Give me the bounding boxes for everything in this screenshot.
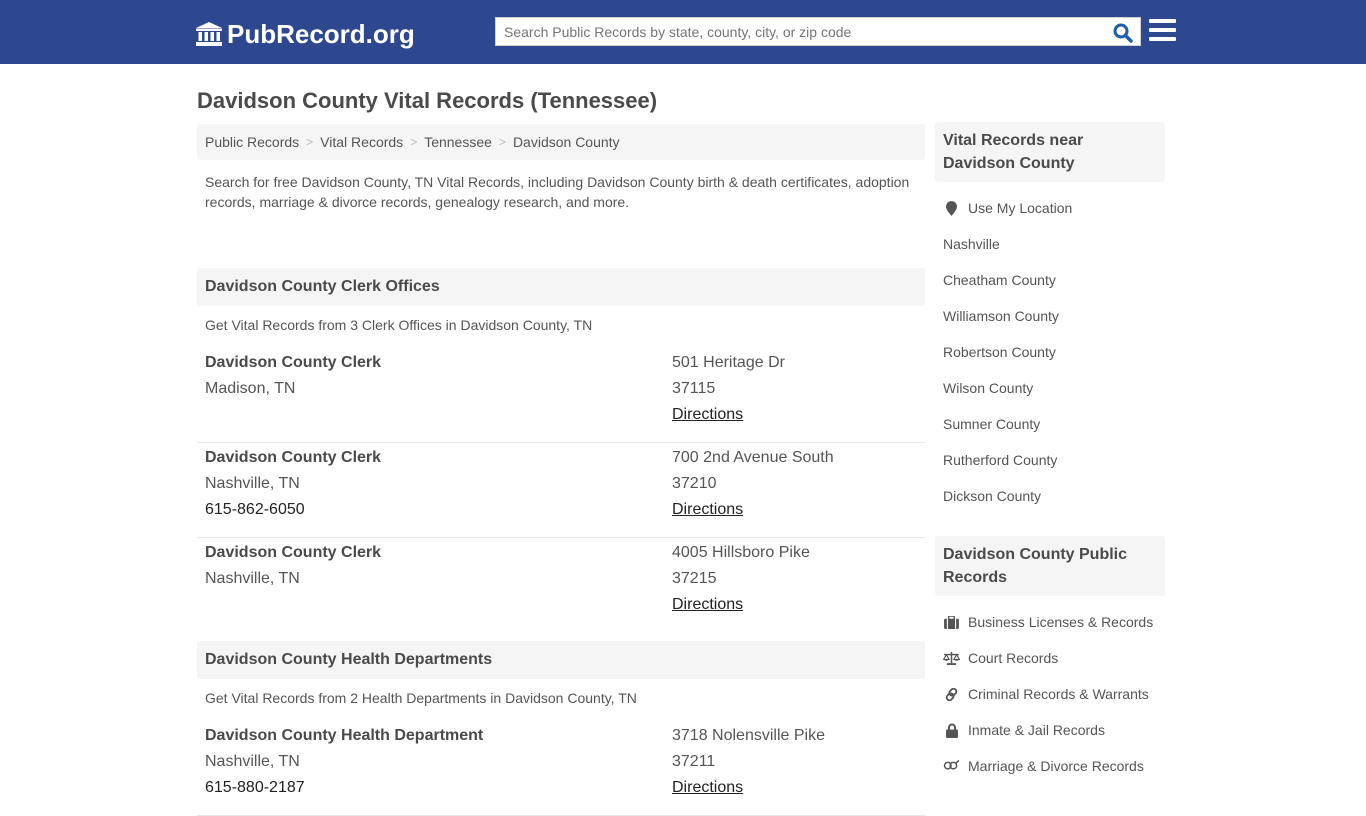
directions-link[interactable]: Directions	[672, 779, 743, 796]
use-my-location-label: Use My Location	[968, 200, 1073, 216]
briefcase-icon	[943, 614, 960, 630]
sidebar-item-wilson-county[interactable]: Wilson County	[935, 370, 1165, 406]
office-zip: 37215	[672, 570, 717, 587]
breadcrumb-separator: >	[306, 135, 314, 149]
office-city: Madison, TN	[205, 380, 296, 397]
breadcrumb-davidson-county[interactable]: Davidson County	[513, 134, 620, 150]
sidebar-heading-nearby: Vital Records near Davidson County	[935, 122, 1165, 182]
office-entry: Davidson County Clerk Nashville, TN 615-…	[197, 443, 925, 538]
public-records-link[interactable]: Inmate & Jail Records	[943, 722, 1105, 738]
sidebar-item-rutherford-county[interactable]: Rutherford County	[935, 442, 1165, 478]
sidebar-item-sumner-county[interactable]: Sumner County	[935, 406, 1165, 442]
nearby-link[interactable]: Robertson County	[943, 344, 1056, 360]
sidebar-nearby: Vital Records near Davidson County Use M…	[935, 122, 1165, 514]
sidebar-item-criminal-records[interactable]: Criminal Records & Warrants	[935, 676, 1165, 712]
breadcrumb-vital-records[interactable]: Vital Records	[320, 134, 403, 150]
public-records-label: Marriage & Divorce Records	[968, 758, 1144, 774]
nearby-link[interactable]: Cheatham County	[943, 272, 1056, 288]
office-entry: Davidson County Clerk Nashville, TN 4005…	[197, 538, 925, 633]
map-marker-icon	[943, 200, 960, 216]
sidebar-public-records: Davidson County Public Records Business …	[935, 536, 1165, 784]
public-records-label: Court Records	[968, 650, 1059, 666]
office-zip: 37211	[672, 753, 716, 770]
use-my-location-link[interactable]: Use My Location	[943, 200, 1072, 216]
sidebar-item-dickson-county[interactable]: Dickson County	[935, 478, 1165, 514]
nearby-link[interactable]: Nashville	[943, 236, 1000, 252]
sidebar-heading-public-records: Davidson County Public Records	[935, 536, 1165, 596]
site-logo[interactable]: PubRecord.org	[195, 18, 415, 50]
sidebar-item-court-records[interactable]: Court Records	[935, 640, 1165, 676]
main-content: Public Records > Vital Records > Tenness…	[197, 124, 925, 816]
office-name: Davidson County Clerk	[205, 544, 382, 561]
directions-link[interactable]: Directions	[672, 406, 743, 423]
public-records-label: Business Licenses & Records	[968, 614, 1154, 630]
institution-icon	[196, 22, 222, 46]
office-name: Davidson County Clerk	[205, 354, 382, 371]
office-zip: 37210	[672, 475, 717, 492]
office-city: Nashville, TN	[205, 570, 300, 587]
directions-link[interactable]: Directions	[672, 596, 743, 613]
breadcrumb-tennessee[interactable]: Tennessee	[424, 134, 492, 150]
office-phone[interactable]: 615-880-2187	[205, 775, 483, 801]
breadcrumb-public-records[interactable]: Public Records	[205, 134, 299, 150]
office-city: Nashville, TN	[205, 753, 300, 770]
nearby-link[interactable]: Wilson County	[943, 380, 1033, 396]
intro-text: Search for free Davidson County, TN Vita…	[205, 174, 910, 210]
venus-mars-icon	[943, 758, 960, 774]
office-street: 501 Heritage Dr	[672, 354, 785, 371]
link-icon	[943, 686, 960, 702]
section-subtitle: Get Vital Records from 2 Health Departme…	[205, 690, 637, 706]
sidebar-item-robertson-county[interactable]: Robertson County	[935, 334, 1165, 370]
section-heading-health-departments: Davidson County Health Departments	[197, 641, 925, 679]
public-records-link[interactable]: Criminal Records & Warrants	[943, 686, 1149, 702]
lock-icon	[943, 722, 960, 738]
breadcrumb-separator: >	[498, 135, 506, 149]
office-street: 700 2nd Avenue South	[672, 449, 834, 466]
sidebar-item-marriage-divorce[interactable]: Marriage & Divorce Records	[935, 748, 1165, 784]
sidebar-item-cheatham-county[interactable]: Cheatham County	[935, 262, 1165, 298]
top-navbar: PubRecord.org	[0, 0, 1366, 64]
directions-link[interactable]: Directions	[672, 501, 743, 518]
nearby-link[interactable]: Dickson County	[943, 488, 1041, 504]
search-icon	[1113, 23, 1133, 43]
hamburger-menu-icon[interactable]	[1149, 19, 1176, 43]
public-records-link[interactable]: Court Records	[943, 650, 1058, 666]
office-phone[interactable]: 615-862-6050	[205, 497, 381, 523]
public-records-label: Criminal Records & Warrants	[968, 686, 1149, 702]
nearby-link[interactable]: Rutherford County	[943, 452, 1057, 468]
search-input[interactable]	[496, 18, 1096, 45]
page-title: Davidson County Vital Records (Tennessee…	[197, 88, 658, 113]
section-subtitle: Get Vital Records from 3 Clerk Offices i…	[205, 317, 593, 333]
office-city: Nashville, TN	[205, 475, 300, 492]
breadcrumb: Public Records > Vital Records > Tenness…	[197, 124, 925, 160]
office-name: Davidson County Clerk	[205, 449, 382, 466]
office-entry: Davidson County Health Department Nashvi…	[197, 721, 925, 816]
section-heading-clerk-offices: Davidson County Clerk Offices	[197, 268, 925, 306]
office-name: Davidson County Health Department	[205, 727, 484, 744]
office-zip: 37115	[672, 380, 716, 397]
sidebar-item-inmate-records[interactable]: Inmate & Jail Records	[935, 712, 1165, 748]
nearby-link[interactable]: Williamson County	[943, 308, 1059, 324]
search-box	[495, 17, 1141, 46]
balance-scale-icon	[943, 650, 960, 666]
public-records-link[interactable]: Marriage & Divorce Records	[943, 758, 1144, 774]
search-button[interactable]	[1112, 22, 1134, 44]
public-records-label: Inmate & Jail Records	[968, 722, 1105, 738]
office-street: 3718 Nolensville Pike	[672, 727, 825, 744]
sidebar-item-williamson-county[interactable]: Williamson County	[935, 298, 1165, 334]
public-records-link[interactable]: Business Licenses & Records	[943, 614, 1153, 630]
office-street: 4005 Hillsboro Pike	[672, 544, 810, 561]
logo-text: PubRecord.org	[227, 18, 415, 49]
use-my-location[interactable]: Use My Location	[935, 190, 1165, 226]
sidebar-item-nashville[interactable]: Nashville	[935, 226, 1165, 262]
breadcrumb-separator: >	[410, 135, 418, 149]
sidebar-item-business-licenses[interactable]: Business Licenses & Records	[935, 604, 1165, 640]
nearby-link[interactable]: Sumner County	[943, 416, 1040, 432]
office-entry: Davidson County Clerk Madison, TN 501 He…	[197, 348, 925, 443]
